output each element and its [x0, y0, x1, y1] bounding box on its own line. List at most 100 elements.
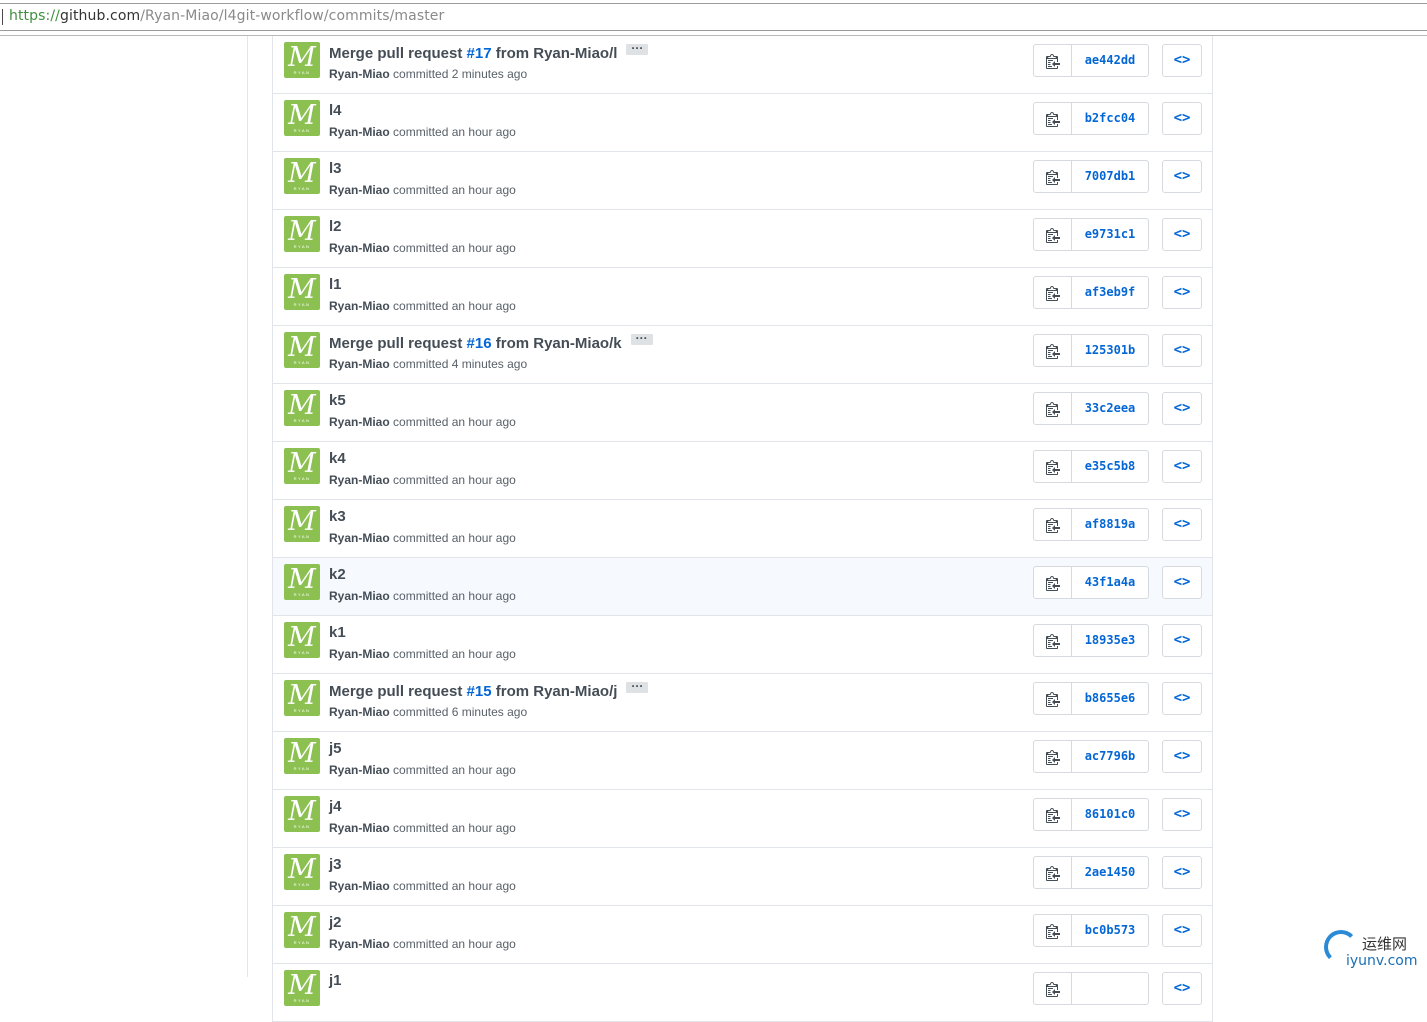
commit-author-link[interactable]: Ryan-Miao: [329, 589, 390, 603]
commit-sha-link[interactable]: bc0b573: [1072, 915, 1148, 946]
pull-request-link[interactable]: #15: [467, 683, 492, 700]
copy-sha-button[interactable]: [1034, 857, 1072, 888]
commit-author-link[interactable]: Ryan-Miao: [329, 183, 390, 197]
copy-sha-button[interactable]: [1034, 799, 1072, 830]
browse-files-button[interactable]: <>: [1162, 334, 1202, 367]
avatar[interactable]: M RYAN: [284, 854, 320, 890]
commit-title-link[interactable]: k4: [329, 450, 346, 467]
copy-sha-button[interactable]: [1034, 103, 1072, 134]
copy-sha-button[interactable]: [1034, 219, 1072, 250]
commit-title-link[interactable]: j4: [329, 798, 342, 815]
commit-title-link[interactable]: j2: [329, 914, 342, 931]
commit-sha-link[interactable]: af3eb9f: [1072, 277, 1148, 308]
avatar[interactable]: M RYAN: [284, 680, 320, 716]
copy-sha-button[interactable]: [1034, 277, 1072, 308]
avatar[interactable]: M RYAN: [284, 738, 320, 774]
browse-files-button[interactable]: <>: [1162, 160, 1202, 193]
copy-sha-button[interactable]: [1034, 625, 1072, 656]
commit-author-link[interactable]: Ryan-Miao: [329, 473, 390, 487]
avatar[interactable]: M RYAN: [284, 448, 320, 484]
copy-sha-button[interactable]: [1034, 393, 1072, 424]
avatar[interactable]: M RYAN: [284, 564, 320, 600]
commit-title-link[interactable]: l2: [329, 218, 342, 235]
commit-author-link[interactable]: Ryan-Miao: [329, 705, 390, 719]
commit-author-link[interactable]: Ryan-Miao: [329, 531, 390, 545]
avatar[interactable]: M RYAN: [284, 158, 320, 194]
commit-title-link[interactable]: k1: [329, 624, 346, 641]
commit-title-link[interactable]: Merge pull request: [329, 45, 467, 62]
browse-files-button[interactable]: <>: [1162, 102, 1202, 135]
commit-title-link[interactable]: Merge pull request: [329, 683, 467, 700]
browse-files-button[interactable]: <>: [1162, 914, 1202, 947]
commit-title-link[interactable]: j1: [329, 972, 342, 989]
copy-sha-button[interactable]: [1034, 567, 1072, 598]
expand-message-button[interactable]: ···: [626, 679, 649, 693]
browse-files-button[interactable]: <>: [1162, 682, 1202, 715]
commit-sha-link[interactable]: b8655e6: [1072, 683, 1148, 714]
commit-sha-link[interactable]: 33c2eea: [1072, 393, 1148, 424]
commit-author-link[interactable]: Ryan-Miao: [329, 67, 390, 81]
avatar[interactable]: M RYAN: [284, 390, 320, 426]
copy-sha-button[interactable]: [1034, 509, 1072, 540]
avatar[interactable]: M RYAN: [284, 100, 320, 136]
expand-message-button[interactable]: ···: [630, 331, 653, 345]
avatar[interactable]: M RYAN: [284, 796, 320, 832]
commit-title-link[interactable]: l3: [329, 160, 342, 177]
avatar[interactable]: M RYAN: [284, 42, 320, 78]
expand-message-button[interactable]: ···: [626, 41, 649, 55]
commit-title-link[interactable]: k5: [329, 392, 346, 409]
copy-sha-button[interactable]: [1034, 683, 1072, 714]
commit-author-link[interactable]: Ryan-Miao: [329, 937, 390, 951]
commit-author-link[interactable]: Ryan-Miao: [329, 763, 390, 777]
browser-url-bar[interactable]: https://github.com/Ryan-Miao/l4git-workf…: [0, 0, 1427, 36]
pull-request-link[interactable]: #17: [467, 45, 492, 62]
commit-sha-link[interactable]: 125301b: [1072, 335, 1148, 366]
commit-title-link[interactable]: l1: [329, 276, 342, 293]
commit-sha-link[interactable]: af8819a: [1072, 509, 1148, 540]
commit-author-link[interactable]: Ryan-Miao: [329, 821, 390, 835]
avatar[interactable]: M RYAN: [284, 332, 320, 368]
commit-author-link[interactable]: Ryan-Miao: [329, 647, 390, 661]
avatar[interactable]: M RYAN: [284, 216, 320, 252]
browse-files-button[interactable]: <>: [1162, 44, 1202, 77]
browse-files-button[interactable]: <>: [1162, 856, 1202, 889]
commit-sha-link[interactable]: 18935e3: [1072, 625, 1148, 656]
commit-author-link[interactable]: Ryan-Miao: [329, 125, 390, 139]
copy-sha-button[interactable]: [1034, 45, 1072, 76]
commit-author-link[interactable]: Ryan-Miao: [329, 241, 390, 255]
commit-sha-link[interactable]: 7007db1: [1072, 161, 1148, 192]
copy-sha-button[interactable]: [1034, 451, 1072, 482]
commit-sha-link[interactable]: 2ae1450: [1072, 857, 1148, 888]
commit-sha-link[interactable]: 43f1a4a: [1072, 567, 1148, 598]
commit-title-link[interactable]: from Ryan-Miao/l: [492, 45, 618, 62]
copy-sha-button[interactable]: [1034, 161, 1072, 192]
browse-files-button[interactable]: <>: [1162, 218, 1202, 251]
browse-files-button[interactable]: <>: [1162, 392, 1202, 425]
commit-author-link[interactable]: Ryan-Miao: [329, 299, 390, 313]
commit-sha-link[interactable]: e9731c1: [1072, 219, 1148, 250]
avatar[interactable]: M RYAN: [284, 622, 320, 658]
avatar[interactable]: M RYAN: [284, 970, 320, 1006]
browse-files-button[interactable]: <>: [1162, 508, 1202, 541]
url-text[interactable]: https://github.com/Ryan-Miao/l4git-workf…: [9, 8, 444, 24]
commit-title-link[interactable]: from Ryan-Miao/k: [492, 335, 622, 352]
browse-files-button[interactable]: <>: [1162, 276, 1202, 309]
commit-sha-link[interactable]: e35c5b8: [1072, 451, 1148, 482]
copy-sha-button[interactable]: [1034, 973, 1072, 1004]
commit-sha-link[interactable]: [1072, 973, 1148, 1004]
copy-sha-button[interactable]: [1034, 335, 1072, 366]
commit-title-link[interactable]: from Ryan-Miao/j: [492, 683, 618, 700]
avatar[interactable]: M RYAN: [284, 274, 320, 310]
commit-title-link[interactable]: k3: [329, 508, 346, 525]
pull-request-link[interactable]: #16: [467, 335, 492, 352]
commit-title-link[interactable]: Merge pull request: [329, 335, 467, 352]
copy-sha-button[interactable]: [1034, 741, 1072, 772]
browse-files-button[interactable]: <>: [1162, 566, 1202, 599]
browse-files-button[interactable]: <>: [1162, 624, 1202, 657]
commit-author-link[interactable]: Ryan-Miao: [329, 357, 390, 371]
commit-title-link[interactable]: j3: [329, 856, 342, 873]
commit-sha-link[interactable]: 86101c0: [1072, 799, 1148, 830]
commit-author-link[interactable]: Ryan-Miao: [329, 879, 390, 893]
commit-title-link[interactable]: l4: [329, 102, 342, 119]
avatar[interactable]: M RYAN: [284, 912, 320, 948]
